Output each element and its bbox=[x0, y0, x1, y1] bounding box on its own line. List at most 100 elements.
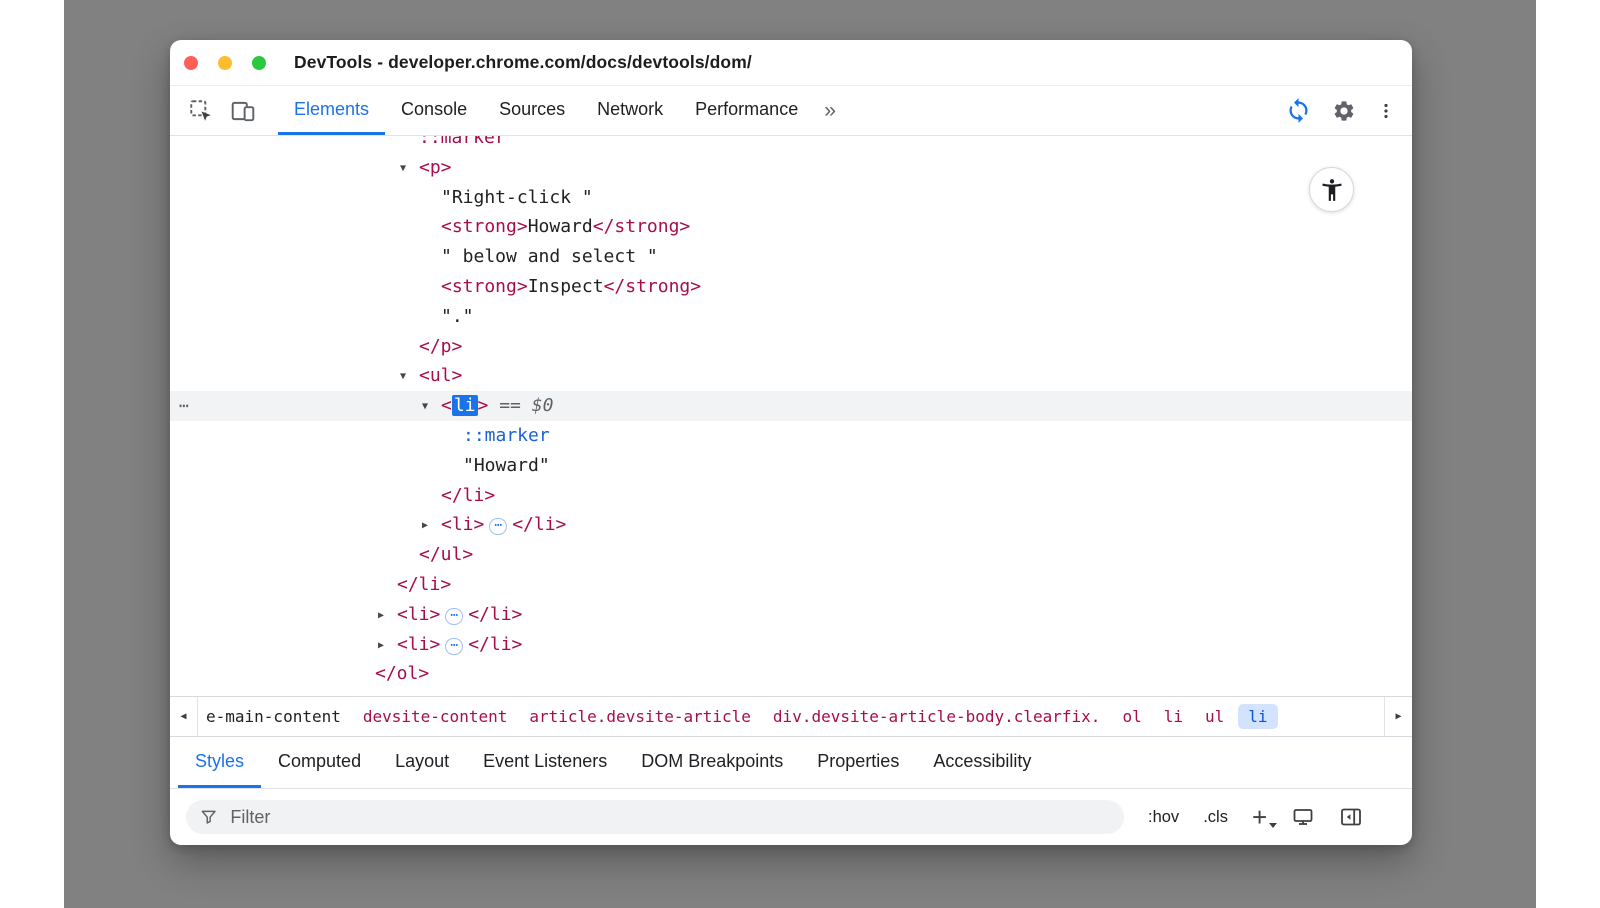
dom-tree-row[interactable]: "." bbox=[170, 302, 1412, 332]
dom-tree-row[interactable]: </li> bbox=[170, 570, 1412, 600]
breadcrumb-scroll-left-icon[interactable]: ◀ bbox=[170, 697, 198, 736]
dom-tree-row[interactable]: ⋯▼<li> == $0 bbox=[170, 391, 1412, 421]
dom-text-node: Inspect bbox=[528, 276, 604, 297]
title-bar: DevTools - developer.chrome.com/docs/dev… bbox=[170, 40, 1412, 86]
sync-icon[interactable] bbox=[1285, 97, 1312, 124]
expand-ellipsis-icon[interactable]: ⋯ bbox=[445, 608, 463, 625]
dom-tag[interactable]: <p> bbox=[419, 157, 452, 178]
dom-tag[interactable]: <li> bbox=[441, 514, 484, 535]
dom-tree-row[interactable]: ▶<li> ⋯ </li> bbox=[170, 600, 1412, 630]
tab-sources[interactable]: Sources bbox=[483, 86, 581, 135]
dom-tag[interactable]: </ol> bbox=[375, 663, 429, 684]
dom-tag[interactable]: </li> bbox=[468, 604, 522, 625]
dom-text-node: "Right-click " bbox=[441, 187, 593, 208]
settings-gear-icon[interactable] bbox=[1332, 99, 1356, 123]
inspect-element-icon[interactable] bbox=[188, 98, 214, 124]
tab-computed[interactable]: Computed bbox=[261, 737, 378, 788]
dom-tag[interactable]: <li> bbox=[397, 604, 440, 625]
tab-layout[interactable]: Layout bbox=[378, 737, 466, 788]
caret-down-icon bbox=[1269, 823, 1277, 828]
dom-tree-row[interactable]: ▼<ul> bbox=[170, 361, 1412, 391]
dom-tree-row[interactable]: "Right-click " bbox=[170, 183, 1412, 213]
breadcrumb-item[interactable]: li bbox=[1153, 704, 1194, 729]
dom-tag[interactable]: </strong> bbox=[593, 216, 691, 237]
kebab-menu-icon[interactable] bbox=[1376, 99, 1396, 123]
devtools-toolbar: ElementsConsoleSourcesNetworkPerformance… bbox=[170, 86, 1412, 136]
breadcrumb-item[interactable]: article.devsite-article bbox=[518, 704, 762, 729]
device-toolbar-icon[interactable] bbox=[230, 98, 256, 124]
dom-tree-row[interactable]: " below and select " bbox=[170, 242, 1412, 272]
dom-tag[interactable]: </strong> bbox=[604, 276, 702, 297]
breadcrumb-item[interactable]: ol bbox=[1111, 704, 1152, 729]
dom-tree-row[interactable]: <strong>Inspect</strong> bbox=[170, 272, 1412, 302]
breadcrumb-item[interactable]: e-main-content bbox=[200, 704, 352, 729]
toggle-hov[interactable]: :hov bbox=[1148, 808, 1179, 827]
breadcrumb-item[interactable]: devsite-content bbox=[352, 704, 519, 729]
tab-event-listeners[interactable]: Event Listeners bbox=[466, 737, 624, 788]
dom-tag[interactable]: </li> bbox=[468, 634, 522, 655]
tab-styles[interactable]: Styles bbox=[178, 737, 261, 788]
dom-tree-row[interactable]: ▶<li> ⋯ </li> bbox=[170, 630, 1412, 660]
expander-right-icon[interactable]: ▶ bbox=[422, 511, 441, 541]
dom-tree-row[interactable]: <strong>Howard</strong> bbox=[170, 212, 1412, 242]
dock-side-icon[interactable] bbox=[1339, 805, 1363, 829]
pseudo-marker[interactable]: ::marker bbox=[463, 425, 550, 446]
dom-tag[interactable]: <strong> bbox=[441, 276, 528, 297]
expand-ellipsis-icon[interactable]: ⋯ bbox=[489, 518, 507, 535]
zoom-button[interactable] bbox=[252, 56, 266, 70]
dom-text-node: " below and select " bbox=[441, 246, 658, 267]
dom-tree-row[interactable]: </p> bbox=[170, 332, 1412, 362]
overflow-dots-icon[interactable]: ⋯ bbox=[179, 391, 189, 421]
dom-text-node: "." bbox=[441, 306, 474, 327]
expander-down-icon[interactable]: ▼ bbox=[400, 362, 419, 392]
dom-tag[interactable]: </p> bbox=[419, 336, 462, 357]
plus-icon: + bbox=[1252, 804, 1267, 830]
dom-tree-row[interactable]: </ul> bbox=[170, 540, 1412, 570]
dom-tag[interactable]: > bbox=[478, 395, 489, 416]
expander-right-icon[interactable]: ▶ bbox=[378, 601, 397, 631]
dom-tag[interactable]: <strong> bbox=[441, 216, 528, 237]
minimize-button[interactable] bbox=[218, 56, 232, 70]
tab-elements[interactable]: Elements bbox=[278, 86, 385, 135]
dom-tag[interactable]: ::marker bbox=[419, 136, 506, 148]
dom-tag[interactable]: </li> bbox=[441, 485, 495, 506]
tab-properties[interactable]: Properties bbox=[800, 737, 916, 788]
tab-console[interactable]: Console bbox=[385, 86, 483, 135]
dom-tree-row[interactable]: ::marker bbox=[170, 421, 1412, 451]
new-style-rule-button[interactable]: + bbox=[1252, 804, 1267, 830]
style-filter-input[interactable] bbox=[186, 800, 1124, 834]
dom-tag[interactable]: </ul> bbox=[419, 544, 473, 565]
dom-tag[interactable]: <li> bbox=[397, 634, 440, 655]
style-toggles: :hov .cls bbox=[1148, 808, 1228, 827]
dom-tag[interactable]: </li> bbox=[512, 514, 566, 535]
breadcrumb-item[interactable]: div.devsite-article-body.clearfix. bbox=[762, 704, 1112, 729]
dom-tree-row[interactable]: </ol> bbox=[170, 659, 1412, 689]
breadcrumb-scroll-right-icon[interactable]: ▶ bbox=[1384, 697, 1412, 736]
dom-tree-row[interactable]: ▼<p> bbox=[170, 153, 1412, 183]
rendering-icon[interactable] bbox=[1291, 805, 1315, 829]
dom-tag[interactable]: < bbox=[441, 395, 452, 416]
dom-tree-row[interactable]: ::marker bbox=[170, 136, 1412, 153]
expander-down-icon[interactable]: ▼ bbox=[400, 154, 419, 184]
tab-accessibility[interactable]: Accessibility bbox=[916, 737, 1048, 788]
selected-tag-highlight[interactable]: li bbox=[452, 395, 478, 416]
dollar-zero-hint: $0 bbox=[532, 395, 554, 416]
expand-ellipsis-icon[interactable]: ⋯ bbox=[445, 638, 463, 655]
toggle-cls[interactable]: .cls bbox=[1203, 808, 1228, 827]
dom-tree-row[interactable]: </li> bbox=[170, 481, 1412, 511]
breadcrumb-bar: ◀ e-main-contentdevsite-contentarticle.d… bbox=[170, 696, 1412, 736]
more-tabs-button[interactable]: » bbox=[814, 86, 846, 135]
breadcrumb-item[interactable]: ul bbox=[1194, 704, 1235, 729]
tab-dom-breakpoints[interactable]: DOM Breakpoints bbox=[624, 737, 800, 788]
breadcrumb-item[interactable]: li bbox=[1238, 704, 1277, 729]
tab-network[interactable]: Network bbox=[581, 86, 679, 135]
tab-performance[interactable]: Performance bbox=[679, 86, 814, 135]
expander-right-icon[interactable]: ▶ bbox=[378, 631, 397, 661]
dom-tag[interactable]: </li> bbox=[397, 574, 451, 595]
dom-tag[interactable]: <ul> bbox=[419, 365, 462, 386]
expander-down-icon[interactable]: ▼ bbox=[422, 392, 441, 422]
filter-text-field[interactable] bbox=[228, 806, 1111, 829]
close-button[interactable] bbox=[184, 56, 198, 70]
dom-tree-row[interactable]: "Howard" bbox=[170, 451, 1412, 481]
dom-tree-row[interactable]: ▶<li> ⋯ </li> bbox=[170, 510, 1412, 540]
